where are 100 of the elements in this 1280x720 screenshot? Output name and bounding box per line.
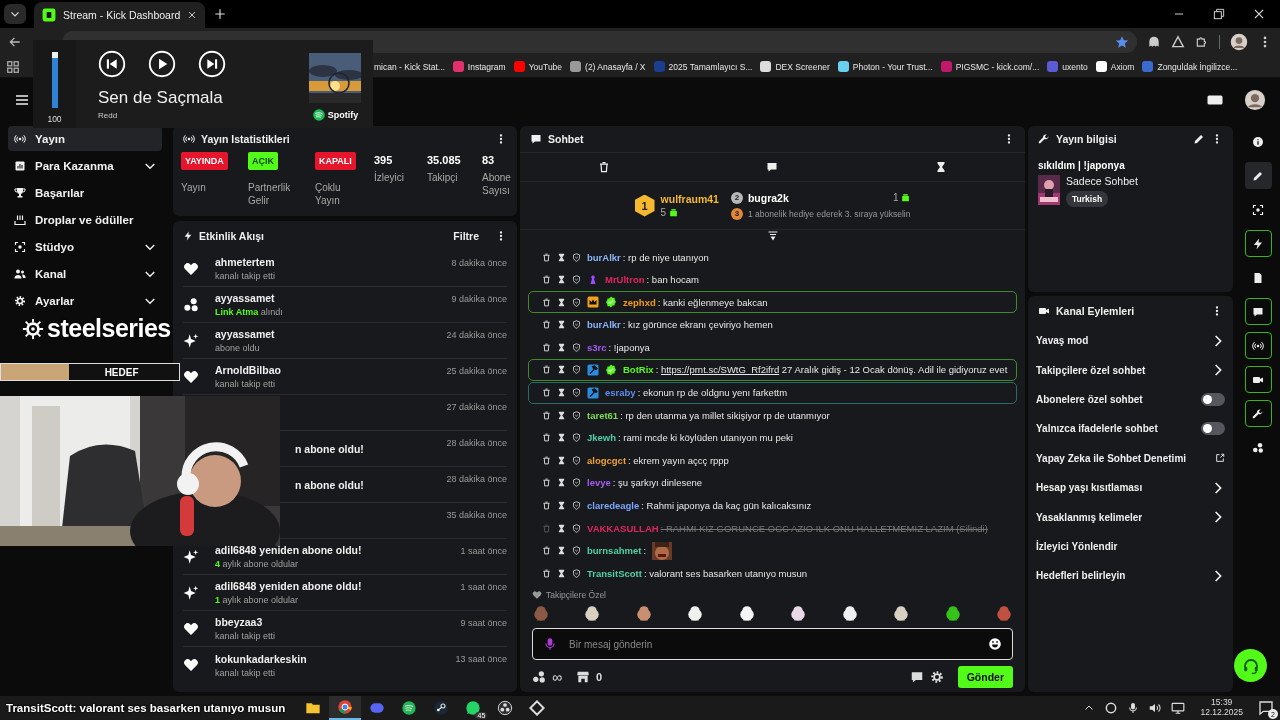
chat-username[interactable]: burnsahmet (587, 545, 642, 557)
hourglass-icon[interactable] (934, 161, 947, 173)
shield-icon[interactable] (572, 388, 581, 398)
action-label[interactable]: Yasaklanmış kelimeler (1036, 511, 1211, 523)
shield-icon[interactable] (572, 342, 581, 352)
clock[interactable]: 15:39 12.12.2025 (1200, 698, 1243, 718)
sidebar-item[interactable]: Droplar ve ödüller (8, 207, 162, 232)
emote-icon[interactable] (943, 604, 962, 623)
toggle-switch[interactable] (1201, 422, 1225, 436)
toggle-switch[interactable] (1201, 392, 1225, 406)
tab-list-button[interactable] (4, 4, 26, 24)
hourglass-icon[interactable] (557, 455, 566, 465)
hourglass-icon[interactable] (557, 342, 566, 352)
scroll-down-icon[interactable] (766, 230, 779, 242)
rail-button[interactable] (1244, 366, 1272, 393)
action-label[interactable]: Hedefleri belirleyin (1036, 570, 1211, 582)
chat-username[interactable]: alogcgct (587, 454, 627, 466)
emote-icon[interactable] (789, 604, 808, 623)
bookmark[interactable]: PIGSMC - kick.com/... (940, 61, 1040, 72)
message-link[interactable]: https://prnt.sc/SWtG_Rf2ifrd (660, 364, 780, 376)
action-label[interactable]: Yavaş mod (1036, 335, 1211, 347)
emote-icon[interactable] (892, 604, 911, 623)
store-icon[interactable] (576, 670, 590, 685)
bookmark[interactable]: YouTube (513, 61, 563, 72)
action-label[interactable]: Hesap yaşı kısıtlaması (1036, 482, 1211, 494)
category-name[interactable]: Sadece Sohbet (1066, 175, 1138, 187)
bookmark[interactable]: mican - Kick Stat... (374, 61, 445, 72)
help-button[interactable] (1234, 649, 1267, 682)
hourglass-icon[interactable] (557, 523, 566, 533)
bookmark[interactable]: DEX Screener (760, 61, 830, 72)
shield-icon[interactable] (572, 297, 581, 307)
shield-icon[interactable] (572, 523, 581, 533)
sidebar-item[interactable]: Stüdyo (8, 234, 162, 259)
shield-icon[interactable] (572, 365, 581, 375)
browser-tab[interactable]: Stream - Kick Dashboard (34, 2, 206, 28)
filter-button[interactable]: Filtre (453, 230, 479, 242)
next-icon[interactable] (198, 50, 226, 78)
new-tab-icon[interactable] (213, 7, 228, 21)
emoji-icon[interactable] (988, 637, 1002, 652)
close-icon[interactable] (187, 10, 198, 20)
emote-icon[interactable] (634, 604, 653, 623)
bookmark[interactable]: Photon - Your Trust... (837, 61, 933, 72)
hourglass-icon[interactable] (557, 478, 566, 488)
chat-username[interactable]: levye (587, 477, 611, 489)
sidebar-item[interactable]: Ayarlar (8, 288, 162, 313)
extension-icon[interactable] (1171, 35, 1185, 49)
shield-icon[interactable] (572, 455, 581, 465)
chat-username[interactable]: burAlkr (587, 251, 621, 263)
sidebar-item[interactable]: Başarılar (8, 180, 162, 205)
avatar-icon[interactable] (1230, 33, 1248, 51)
chat-username[interactable]: esraby (605, 387, 636, 399)
close-icon[interactable] (1252, 7, 1266, 21)
apps-icon[interactable] (6, 59, 20, 74)
message-input[interactable]: Bir mesaj gönderin (567, 637, 978, 651)
speaker-icon[interactable] (1148, 701, 1163, 715)
shield-icon[interactable] (572, 320, 581, 330)
hourglass-icon[interactable] (557, 433, 566, 443)
hourglass-icon[interactable] (557, 320, 566, 330)
game-launcher-icon[interactable] (433, 700, 450, 716)
chat-username[interactable]: burAlkr (587, 319, 621, 331)
restore-icon[interactable] (1212, 7, 1226, 21)
back-icon[interactable] (8, 35, 22, 49)
chat-username[interactable]: Jkewh (587, 432, 617, 444)
rail-button[interactable] (1244, 162, 1272, 189)
rail-button[interactable] (1244, 400, 1272, 427)
dots-icon[interactable] (532, 670, 546, 685)
bookmark[interactable]: Instagram (452, 61, 506, 72)
hourglass-icon[interactable] (557, 568, 566, 578)
shield-icon[interactable] (572, 433, 581, 443)
bookmark[interactable]: 2025 Tamamlayıcı S... (653, 61, 753, 72)
browser-icon[interactable] (337, 699, 354, 715)
hourglass-icon[interactable] (557, 410, 566, 420)
play-icon[interactable] (148, 50, 176, 78)
status-icon[interactable] (1104, 701, 1119, 715)
shield-icon[interactable] (572, 252, 581, 262)
action-label[interactable]: Takipçilere özel sohbet (1036, 364, 1211, 376)
chat-username[interactable]: TransitScott (587, 567, 642, 579)
settings-icon[interactable] (929, 670, 944, 685)
sidebar-item[interactable]: Kanal (8, 261, 162, 286)
chat-username[interactable]: taret61 (587, 409, 619, 421)
app-icon[interactable] (529, 700, 546, 716)
chat-username[interactable]: claredeagle (587, 500, 640, 512)
chat-username[interactable]: VAKKASULLAH (587, 522, 659, 534)
hourglass-icon[interactable] (557, 275, 566, 285)
action-label[interactable]: İzleyici Yönlendir (1036, 540, 1225, 552)
folder-icon[interactable] (305, 700, 322, 716)
shield-icon[interactable] (572, 501, 581, 511)
hourglass-icon[interactable] (557, 546, 566, 556)
shield-icon[interactable] (572, 410, 581, 420)
action-label[interactable]: Yapay Zeka ile Sohbet Denetimi (1036, 452, 1215, 464)
hourglass-icon[interactable] (557, 297, 566, 307)
notification-icon[interactable] (1258, 700, 1274, 716)
trash-icon[interactable] (598, 161, 611, 173)
music-app-icon[interactable] (401, 700, 418, 716)
hourglass-icon[interactable] (557, 388, 566, 398)
emote-icon[interactable] (840, 604, 859, 623)
bookmark[interactable]: (2) Anasayfa / X (570, 61, 646, 72)
send-button[interactable]: Gönder (957, 666, 1013, 689)
bookmark[interactable]: Axiom (1095, 61, 1135, 72)
bookmark[interactable]: Zonguldak İngilizce... (1142, 61, 1238, 72)
